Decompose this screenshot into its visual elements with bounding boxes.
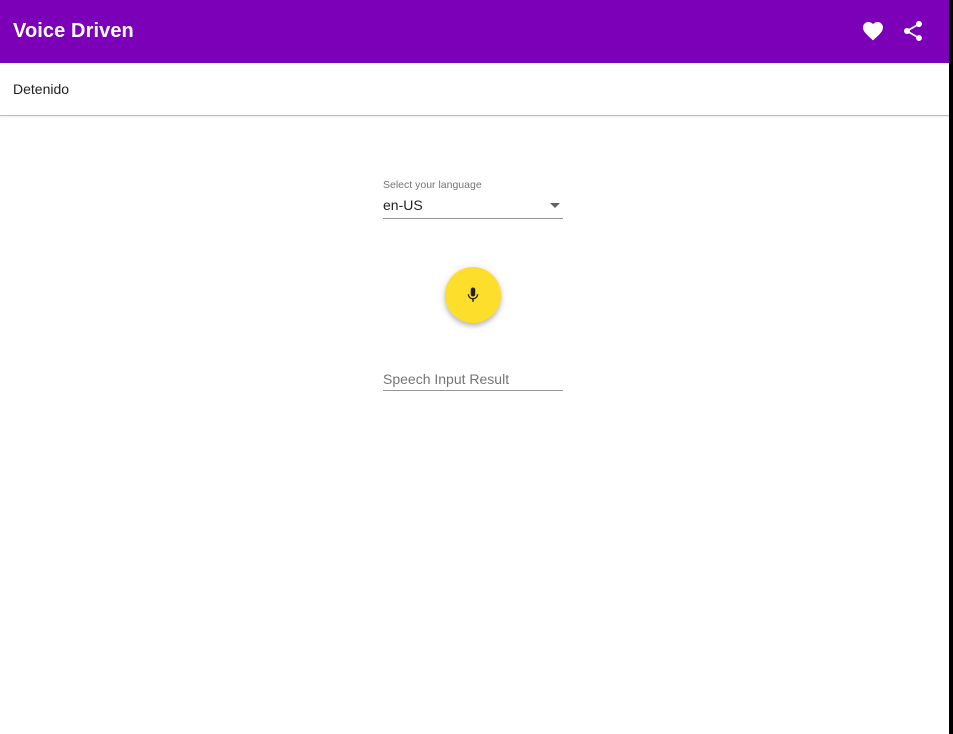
app-viewport: Voice Driven Detenido Select your langua…: [0, 0, 949, 734]
share-icon: [901, 19, 925, 43]
language-select-label: Select your language: [383, 179, 482, 191]
share-button[interactable]: [901, 19, 925, 43]
language-select-value: en-US: [383, 197, 423, 213]
status-text: Detenido: [13, 81, 70, 97]
app-title: Voice Driven: [13, 20, 134, 42]
language-select[interactable]: Select your language en-US: [383, 178, 563, 219]
microphone-icon: [464, 286, 482, 304]
speech-result-field: [383, 368, 563, 392]
app-bar: Voice Driven: [0, 0, 949, 63]
favorite-button[interactable]: [861, 19, 885, 43]
status-bar: Detenido: [0, 63, 949, 116]
heart-icon: [861, 19, 885, 43]
speech-result-input[interactable]: [383, 368, 563, 391]
microphone-button[interactable]: [445, 267, 501, 323]
language-select-underline: [383, 218, 563, 219]
dropdown-arrow-icon: [550, 203, 560, 208]
